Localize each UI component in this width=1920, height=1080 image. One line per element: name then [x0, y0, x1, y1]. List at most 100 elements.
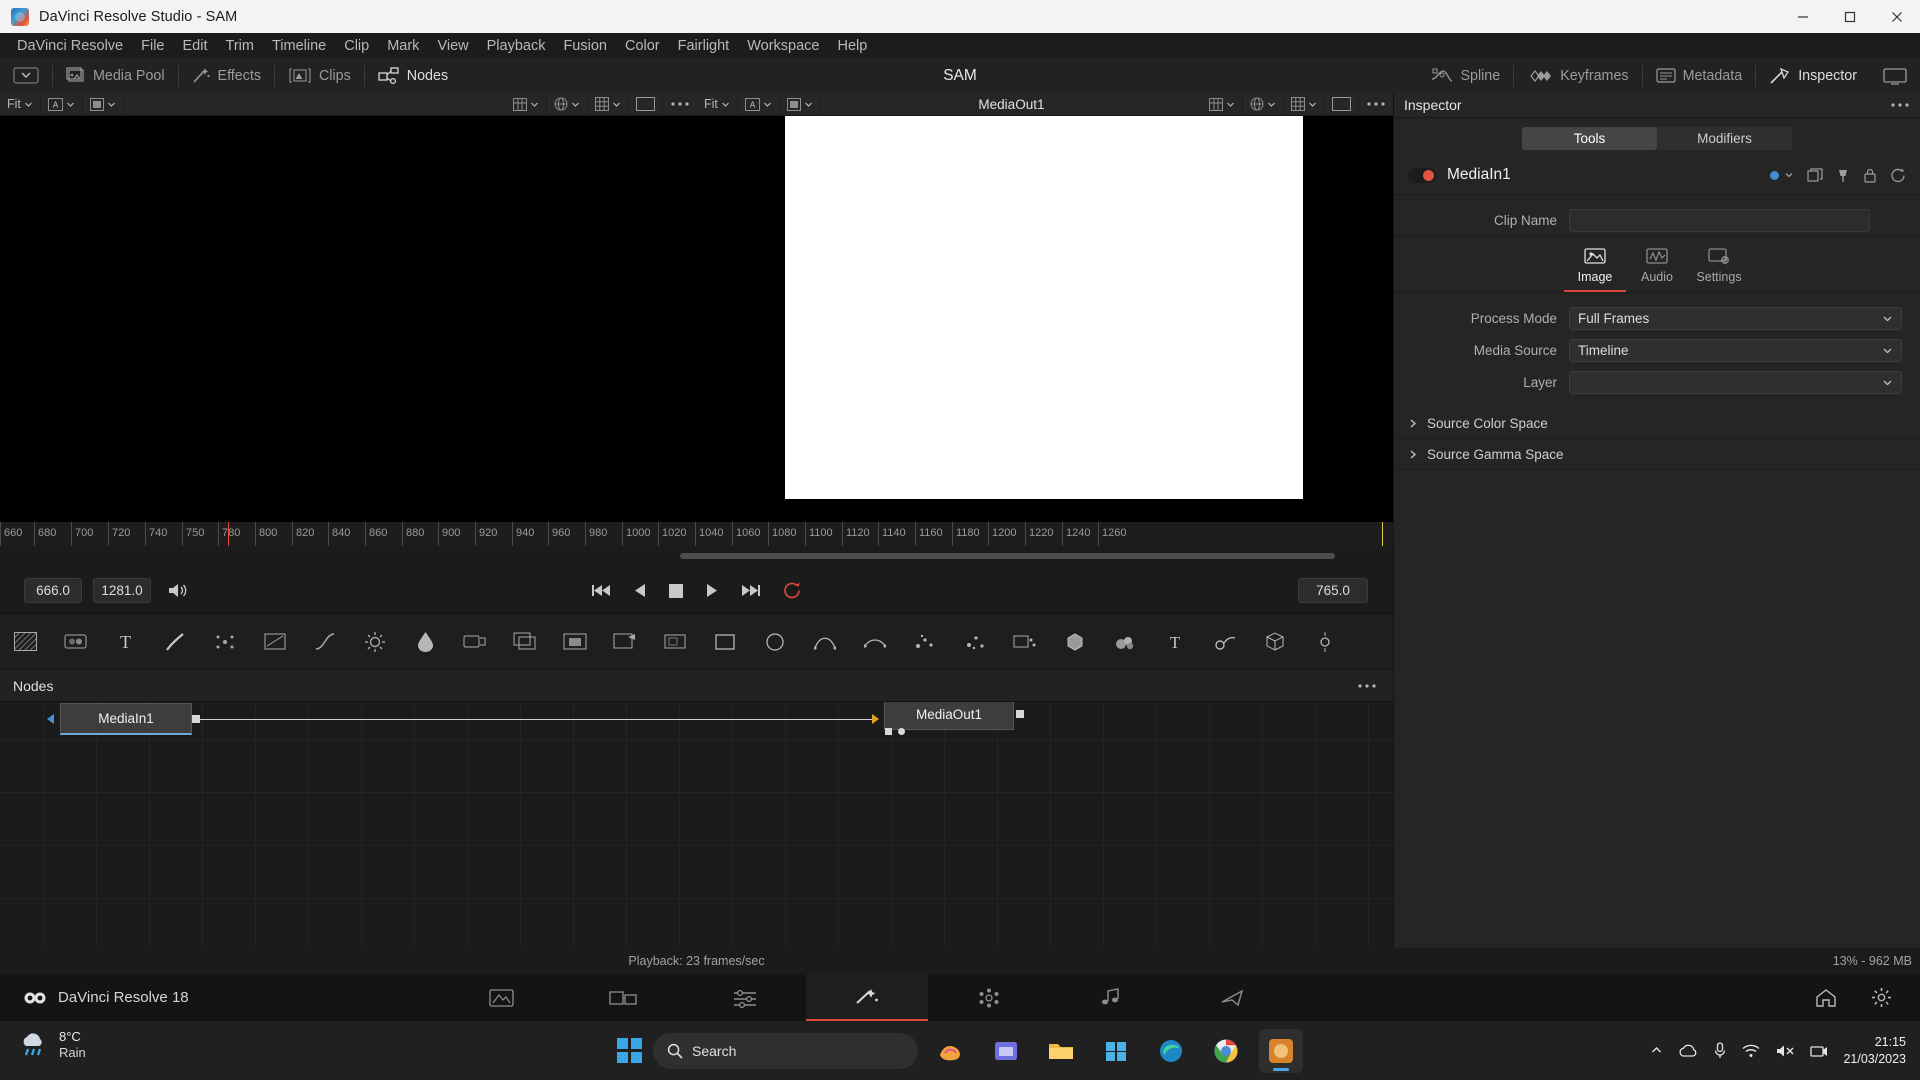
menu-item-trim[interactable]: Trim	[217, 35, 263, 57]
skip-to-start-button[interactable]	[591, 583, 611, 598]
menu-item-workspace[interactable]: Workspace	[738, 35, 828, 57]
nodes-panel-more-button[interactable]	[1357, 683, 1393, 689]
menu-item-playback[interactable]: Playback	[478, 35, 555, 57]
ellipse-icon[interactable]	[750, 614, 800, 669]
timeline-scrollbar[interactable]	[0, 546, 1393, 568]
menu-item-clip[interactable]: Clip	[335, 35, 378, 57]
crop-icon[interactable]	[650, 614, 700, 669]
color-corrector-icon[interactable]	[400, 614, 450, 669]
taskbar-edge-button[interactable]	[1149, 1029, 1193, 1073]
taskbar-store-button[interactable]	[1094, 1029, 1138, 1073]
layer-dropdown[interactable]	[1569, 370, 1902, 394]
menu-item-fairlight[interactable]: Fairlight	[669, 35, 739, 57]
left-viewer-canvas[interactable]	[0, 116, 697, 522]
cloud-icon[interactable]	[1678, 1044, 1698, 1058]
fog3d-icon[interactable]	[1100, 614, 1150, 669]
windows-start-icon[interactable]	[617, 1038, 642, 1063]
left-fit-dropdown[interactable]: Fit	[0, 92, 41, 116]
pemitter-icon[interactable]	[900, 614, 950, 669]
process-mode-dropdown[interactable]: Full Frames	[1569, 306, 1902, 330]
menu-item-file[interactable]: File	[132, 35, 173, 57]
taskbar-resolve-button[interactable]	[1259, 1028, 1303, 1073]
pcustom-icon[interactable]	[950, 614, 1000, 669]
tracker-icon[interactable]	[1300, 614, 1350, 669]
right-channel-dropdown[interactable]: A	[738, 92, 780, 116]
taskbar-copilot-button[interactable]	[929, 1029, 973, 1073]
nodes-button[interactable]: Nodes	[365, 58, 461, 93]
taskbar-chrome-button[interactable]	[1204, 1029, 1248, 1073]
right-display-dropdown[interactable]	[780, 92, 821, 116]
resize-icon[interactable]	[600, 614, 650, 669]
monitor-button[interactable]	[1870, 58, 1920, 93]
home-icon[interactable]	[1815, 988, 1837, 1008]
camera3d-icon[interactable]	[1200, 614, 1250, 669]
volume-icon[interactable]	[1775, 1044, 1795, 1058]
menu-item-color[interactable]: Color	[616, 35, 669, 57]
keyframes-button[interactable]: Keyframes	[1514, 58, 1641, 93]
rectangle-icon[interactable]	[700, 614, 750, 669]
mediaout1-secondary-port[interactable]	[885, 728, 892, 735]
right-sphere-dropdown[interactable]	[1243, 92, 1284, 116]
node-mediaout1[interactable]: MediaOut1	[884, 702, 1014, 730]
menu-item-mark[interactable]: Mark	[378, 35, 428, 57]
right-fit-dropdown[interactable]: Fit	[697, 92, 738, 116]
menu-item-davinci-resolve[interactable]: DaVinci Resolve	[8, 35, 132, 57]
copy-icon[interactable]	[1807, 167, 1823, 183]
shape3d-icon[interactable]	[1050, 614, 1100, 669]
curve-icon[interactable]	[300, 614, 350, 669]
menu-item-view[interactable]: View	[428, 35, 477, 57]
pin-icon[interactable]	[1836, 168, 1850, 183]
subtab-settings[interactable]: Settings	[1688, 247, 1750, 292]
wifi-icon[interactable]	[1742, 1044, 1760, 1058]
timeline-ruler[interactable]: 660 680 700 720 740 750 780 800 820 840 …	[0, 522, 1393, 546]
medialn1-input-port[interactable]	[47, 714, 54, 724]
subtab-audio[interactable]: Audio	[1626, 247, 1688, 292]
text-icon[interactable]: T	[100, 614, 150, 669]
end-marker[interactable]	[1382, 522, 1383, 546]
left-viewer-more-button[interactable]	[663, 93, 697, 116]
inspector-button[interactable]: Inspector	[1756, 58, 1870, 93]
page-tab-cut[interactable]	[562, 974, 684, 1021]
stop-button[interactable]	[669, 583, 683, 598]
left-sphere-dropdown[interactable]	[547, 92, 588, 116]
polygon-icon[interactable]	[850, 614, 900, 669]
page-tab-edit[interactable]	[684, 974, 806, 1021]
maximize-button[interactable]	[1826, 0, 1873, 33]
medialn1-output-port[interactable]	[192, 715, 200, 723]
paint-icon[interactable]	[150, 614, 200, 669]
play-button[interactable]	[705, 583, 719, 598]
reset-icon[interactable]	[1890, 168, 1906, 183]
loop-button[interactable]	[783, 582, 802, 599]
node-medialn1[interactable]: MediaIn1	[60, 703, 192, 735]
page-tab-fairlight[interactable]	[1050, 974, 1172, 1021]
node-enable-toggle[interactable]	[1408, 167, 1436, 183]
skip-to-end-button[interactable]	[741, 583, 761, 598]
accordion-source-gamma-space[interactable]: Source Gamma Space	[1394, 439, 1920, 470]
tab-modifiers[interactable]: Modifiers	[1657, 127, 1792, 150]
tab-tools[interactable]: Tools	[1522, 127, 1657, 150]
node-color-dropdown[interactable]	[1770, 170, 1794, 180]
media-source-dropdown[interactable]: Timeline	[1569, 338, 1902, 362]
merge-icon[interactable]	[500, 614, 550, 669]
render3d-icon[interactable]	[1250, 614, 1300, 669]
right-grid-dropdown[interactable]	[1284, 92, 1325, 116]
mediaout1-input-port[interactable]	[872, 714, 879, 724]
background-icon[interactable]	[0, 614, 50, 669]
mediaout1-round-port[interactable]	[898, 728, 905, 735]
project-settings-icon[interactable]	[1871, 987, 1892, 1008]
subtab-image[interactable]: Image	[1564, 247, 1626, 292]
blur-icon[interactable]	[50, 614, 100, 669]
minimize-button[interactable]	[1779, 0, 1826, 33]
step-back-button[interactable]	[633, 583, 647, 598]
page-tab-fusion[interactable]	[806, 974, 928, 1021]
mediaout1-output-port[interactable]	[1016, 710, 1024, 718]
taskbar-clock[interactable]: 21:15 21/03/2023	[1843, 1034, 1906, 1068]
page-tab-media[interactable]	[440, 974, 562, 1021]
lock-icon[interactable]	[1863, 168, 1877, 183]
chevron-up-icon[interactable]	[1650, 1044, 1663, 1057]
page-tab-color[interactable]	[928, 974, 1050, 1021]
accordion-source-color-space[interactable]: Source Color Space	[1394, 408, 1920, 439]
microphone-icon[interactable]	[1713, 1042, 1727, 1059]
taskbar-search-box[interactable]: Search	[653, 1032, 918, 1069]
clip-name-input[interactable]	[1569, 208, 1870, 232]
